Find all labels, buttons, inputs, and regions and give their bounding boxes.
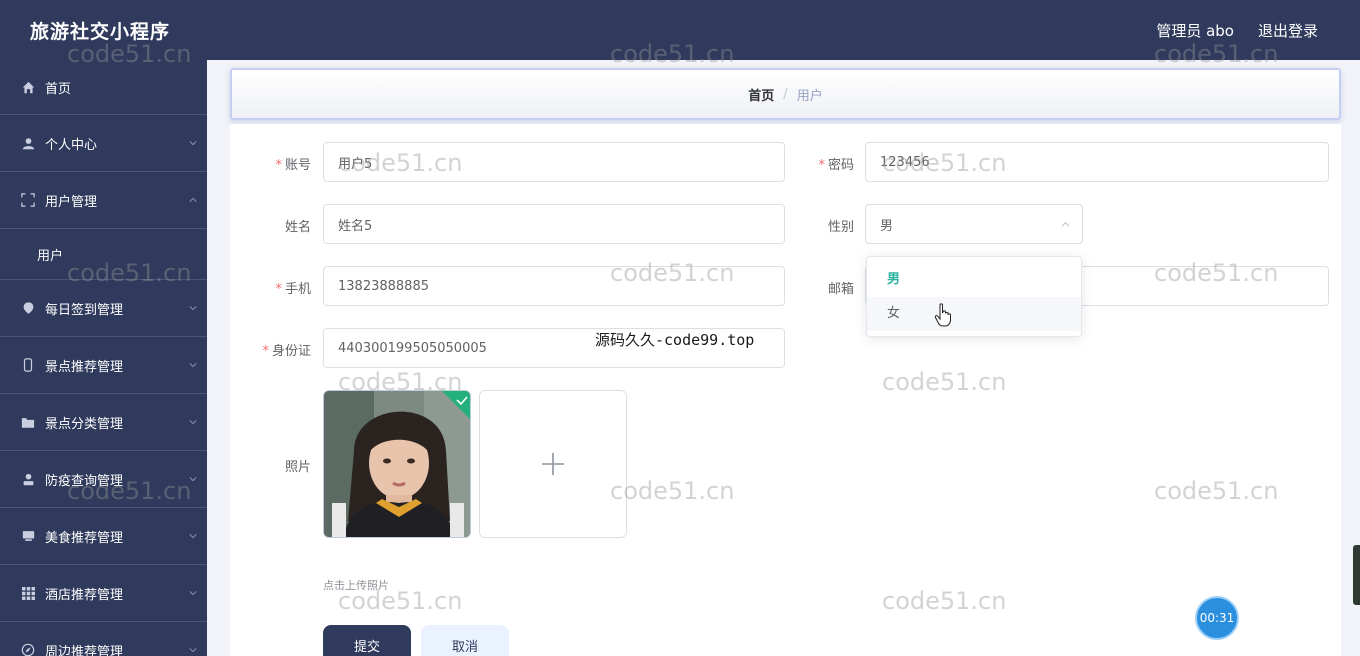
- chevron-down-icon: [189, 648, 197, 653]
- breadcrumb-separator: /: [783, 86, 788, 102]
- upload-tip: 点击上传照片: [323, 579, 389, 592]
- sidebar-item-label: 用户: [37, 248, 64, 264]
- side-edge-tab[interactable]: [1353, 545, 1360, 605]
- portrait-image: [324, 391, 470, 537]
- sidebar-item-user-management[interactable]: 用户管理: [0, 172, 207, 229]
- gender-label: 性别: [827, 220, 854, 235]
- account-input[interactable]: 用户5: [323, 142, 785, 182]
- chevron-down-icon: [189, 363, 197, 368]
- compass-icon: [20, 642, 36, 656]
- user-icon: [20, 135, 36, 151]
- sidebar-item-label: 首页: [45, 81, 72, 97]
- sidebar-item-attraction-category[interactable]: 景点分类管理: [0, 394, 207, 451]
- location-icon: [20, 300, 36, 316]
- home-icon: [20, 79, 36, 95]
- sidebar-item-personal-center[interactable]: 个人中心: [0, 115, 207, 172]
- phone-input[interactable]: 13823888885: [323, 266, 785, 306]
- email-label: 邮箱: [827, 282, 854, 297]
- admin-label[interactable]: 管理员 abo: [1156, 20, 1234, 41]
- sidebar-item-attraction-recommend[interactable]: 景点推荐管理: [0, 337, 207, 394]
- sidebar-item-epidemic-query[interactable]: 防疫查询管理: [0, 451, 207, 508]
- sidebar-item-hotel-recommend[interactable]: 酒店推荐管理: [0, 565, 207, 622]
- person-icon: [20, 471, 36, 487]
- chevron-down-icon: [189, 534, 197, 539]
- plus-icon: [542, 453, 564, 475]
- photo-label: 照片: [284, 460, 311, 475]
- app-title: 旅游社交小程序: [30, 21, 171, 43]
- gender-option-male[interactable]: 男: [867, 263, 1081, 297]
- fullscreen-icon: [20, 192, 36, 208]
- password-label: * 密码: [818, 158, 854, 173]
- gender-option-female[interactable]: 女: [867, 297, 1081, 331]
- name-input[interactable]: 姓名5: [323, 204, 785, 244]
- sidebar-item-label: 景点分类管理: [45, 416, 124, 432]
- gender-dropdown: 男 女: [866, 256, 1082, 337]
- breadcrumb: 首页 / 用户: [230, 68, 1341, 120]
- overlay-text: 源码久久-code99.top: [595, 331, 755, 349]
- chevron-down-icon: [189, 420, 197, 425]
- name-label: 姓名: [284, 220, 311, 235]
- chevron-up-icon: [1061, 221, 1070, 227]
- sidebar-item-food-recommend[interactable]: 美食推荐管理: [0, 508, 207, 565]
- tray-icon: [20, 528, 36, 544]
- chevron-down-icon: [189, 477, 197, 482]
- folder-icon: [20, 414, 36, 430]
- account-label: * 账号: [275, 158, 311, 173]
- breadcrumb-current: 用户: [796, 88, 823, 104]
- sidebar-item-label: 用户管理: [45, 194, 98, 210]
- top-bar: 旅游社交小程序 管理员 abo 退出登录: [0, 0, 1360, 60]
- sidebar-item-label: 个人中心: [45, 137, 98, 153]
- chevron-down-icon: [189, 141, 197, 146]
- sidebar-subitem-user[interactable]: 用户: [0, 229, 207, 280]
- sidebar-item-label: 周边推荐管理: [45, 644, 124, 656]
- idcard-label: * 身份证: [262, 344, 311, 359]
- grid-icon: [20, 585, 36, 601]
- sidebar: 首页 个人中心 用户管理 用户 每日签到管理 景点推荐管理 景点分类管理 防疫查…: [0, 60, 207, 656]
- logout-link[interactable]: 退出登录: [1258, 20, 1318, 41]
- header-user-area: 管理员 abo 退出登录: [1156, 20, 1318, 41]
- recording-timer[interactable]: 00:31: [1195, 596, 1239, 640]
- cancel-button[interactable]: 取消: [421, 625, 509, 656]
- password-input[interactable]: 123456: [865, 142, 1329, 182]
- hand-cursor-icon: [934, 303, 951, 327]
- sidebar-item-label: 酒店推荐管理: [45, 587, 124, 603]
- sidebar-item-label: 每日签到管理: [45, 302, 124, 318]
- photo-upload-button[interactable]: [479, 390, 627, 538]
- phone-label: * 手机: [275, 282, 311, 297]
- chevron-down-icon: [189, 591, 197, 596]
- sidebar-item-nearby-recommend[interactable]: 周边推荐管理: [0, 622, 207, 656]
- sidebar-item-label: 防疫查询管理: [45, 473, 124, 489]
- chevron-down-icon: [189, 306, 197, 311]
- sidebar-item-label: 美食推荐管理: [45, 530, 124, 546]
- sidebar-item-checkin-management[interactable]: 每日签到管理: [0, 280, 207, 337]
- sidebar-item-label: 景点推荐管理: [45, 359, 124, 375]
- gender-select[interactable]: 男: [865, 204, 1083, 244]
- chevron-up-icon: [189, 197, 197, 202]
- submit-button[interactable]: 提交: [323, 625, 411, 656]
- sidebar-item-home[interactable]: 首页: [0, 60, 207, 115]
- phone-icon: [20, 357, 36, 373]
- breadcrumb-home[interactable]: 首页: [748, 85, 774, 104]
- uploaded-photo[interactable]: [323, 390, 471, 538]
